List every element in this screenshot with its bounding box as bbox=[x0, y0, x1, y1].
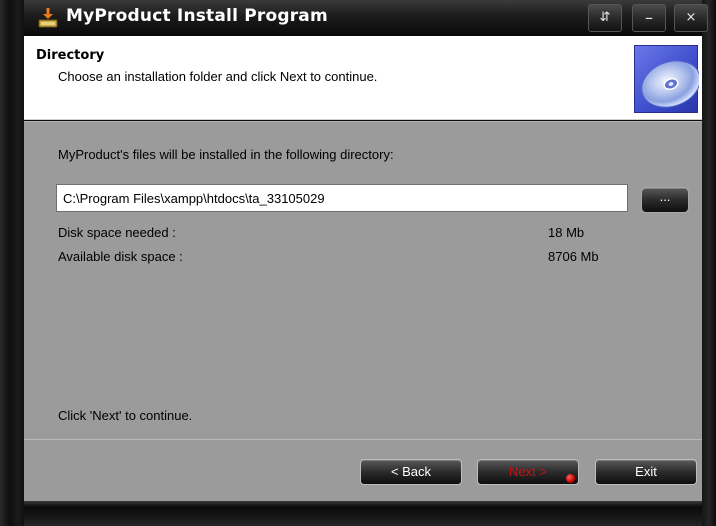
title-bar[interactable]: MyProduct Install Program ⇵ – × bbox=[24, 0, 708, 36]
exit-button[interactable]: Exit bbox=[595, 459, 697, 485]
directory-intro-text: MyProduct's files will be installed in t… bbox=[58, 147, 394, 162]
page-header: Directory Choose an installation folder … bbox=[24, 36, 702, 120]
disk-available-value: 8706 Mb bbox=[548, 249, 599, 264]
page-title: Directory bbox=[36, 48, 105, 63]
browse-button[interactable]: ... bbox=[641, 187, 689, 213]
window-frame-left bbox=[0, 0, 24, 526]
window-title: MyProduct Install Program bbox=[66, 6, 328, 26]
next-button[interactable]: Next > bbox=[477, 459, 579, 485]
close-button[interactable]: × bbox=[674, 4, 708, 32]
page-subtitle: Choose an installation folder and click … bbox=[58, 69, 378, 84]
back-button[interactable]: < Back bbox=[360, 459, 462, 485]
installer-icon bbox=[38, 8, 58, 28]
continue-hint: Click 'Next' to continue. bbox=[58, 408, 193, 423]
content-area: MyProduct's files will be installed in t… bbox=[24, 121, 702, 439]
installer-window: MyProduct Install Program ⇵ – × Director… bbox=[0, 0, 716, 526]
directory-input[interactable] bbox=[56, 184, 628, 212]
restore-button[interactable]: ⇵ bbox=[588, 4, 622, 32]
disk-needed-label: Disk space needed : bbox=[58, 225, 176, 240]
disk-available-label: Available disk space : bbox=[58, 249, 183, 264]
next-button-label: Next > bbox=[509, 464, 547, 479]
disk-needed-value: 18 Mb bbox=[548, 225, 585, 240]
status-dot-icon bbox=[566, 474, 575, 483]
button-bar: < Back Next > Exit bbox=[24, 439, 702, 501]
minimize-button[interactable]: – bbox=[632, 4, 666, 32]
header-graphic bbox=[634, 45, 701, 113]
window-frame-right bbox=[702, 0, 716, 526]
cd-disc-icon bbox=[641, 60, 701, 108]
window-frame-bottom bbox=[24, 501, 702, 526]
